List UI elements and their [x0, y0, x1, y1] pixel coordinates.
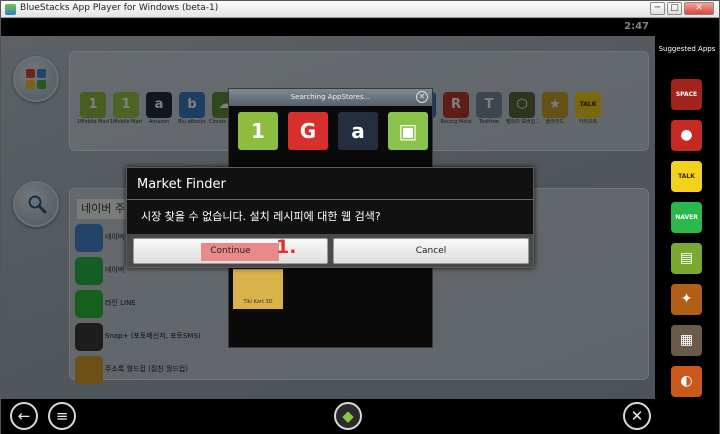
- step-annotation: 1.: [276, 236, 297, 258]
- suggested-app-1[interactable]: ●: [671, 120, 702, 151]
- suggested-app-7[interactable]: ◐: [671, 366, 702, 397]
- dialog-message: 시장 찾을 수 없습니다. 설치 레시피에 대한 웹 검색?: [141, 210, 381, 223]
- searching-title: Searching AppStores...: [229, 89, 432, 106]
- suggested-app-3[interactable]: NAVER: [671, 202, 702, 233]
- maximize-button[interactable]: □: [667, 2, 682, 15]
- tiki-kart-tile: Tiki Kart 3D: [233, 269, 283, 309]
- suggested-app-4[interactable]: ▤: [671, 243, 702, 274]
- suggested-app-5[interactable]: ✦: [671, 284, 702, 315]
- searching-close-icon[interactable]: ✕: [416, 91, 428, 103]
- store-icon-2: a: [338, 112, 378, 150]
- cancel-button[interactable]: Cancel: [333, 238, 529, 264]
- suggested-app-6[interactable]: ▦: [671, 325, 702, 356]
- suggested-apps-sidebar: Suggested Apps SPACE ● TALK NAVER ▤ ✦ ▦ ◐: [655, 19, 719, 399]
- minimize-button[interactable]: ─: [650, 2, 665, 15]
- dialog-button-bar: Continue Cancel: [127, 234, 533, 267]
- bluestacks-window: BlueStacks App Player for Windows (beta-…: [0, 0, 720, 434]
- store-icon-0: 1: [238, 112, 278, 150]
- bluestacks-logo-icon: [5, 4, 16, 15]
- suggested-app-0[interactable]: SPACE: [671, 79, 702, 110]
- bottom-navigation-bar: ← ≡ ◆ ✕: [1, 399, 719, 434]
- back-button[interactable]: ←: [10, 402, 38, 430]
- title-bar: BlueStacks App Player for Windows (beta-…: [1, 1, 719, 18]
- suggested-apps-title: Suggested Apps: [658, 45, 716, 53]
- continue-label: Continue: [210, 246, 251, 256]
- store-icon-1: G: [288, 112, 328, 150]
- window-title: BlueStacks App Player for Windows (beta-…: [20, 3, 219, 13]
- dialog-title: Market Finder: [137, 177, 226, 192]
- market-finder-dialog: Market Finder 시장 찾을 수 없습니다. 설치 레시피에 대한 웹…: [126, 167, 534, 268]
- menu-button[interactable]: ≡: [48, 402, 76, 430]
- suggested-app-2[interactable]: TALK: [671, 161, 702, 192]
- store-icon-3: ▣: [388, 112, 428, 150]
- continue-button[interactable]: Continue: [133, 238, 328, 264]
- settings-button[interactable]: ✕: [623, 402, 651, 430]
- close-button[interactable]: ✕: [684, 2, 714, 15]
- bluestacks-home-button[interactable]: ◆: [334, 402, 362, 430]
- dialog-divider: [127, 199, 533, 200]
